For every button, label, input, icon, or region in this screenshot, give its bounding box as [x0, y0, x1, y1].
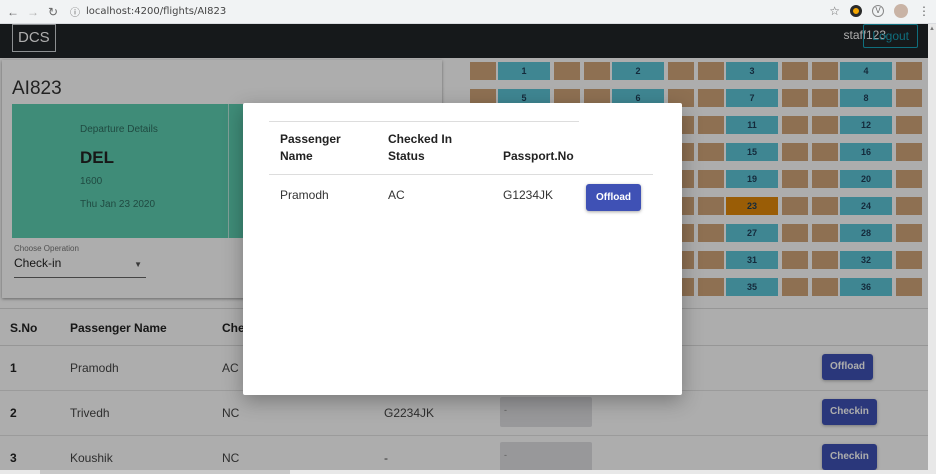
dialog-checkin-status: AC	[388, 188, 405, 202]
vertical-scrollbar[interactable]	[928, 24, 936, 474]
dialog-offload-button[interactable]: Offload	[586, 184, 641, 211]
scroll-up-icon[interactable]: ▲	[929, 26, 935, 32]
dialog-passenger-name: Pramodh	[280, 188, 329, 202]
reload-icon[interactable]: ↻	[46, 5, 60, 19]
dialog-divider	[269, 121, 579, 122]
extension-icon[interactable]: V	[872, 5, 884, 17]
arrow-right-icon[interactable]: →	[26, 5, 40, 19]
url-text: localhost:4200/flights/AI823	[86, 6, 227, 17]
dialog-header-name: Passenger Name	[280, 132, 341, 163]
profile-avatar[interactable]	[894, 4, 908, 18]
extension-icon[interactable]	[850, 5, 862, 17]
arrow-left-icon[interactable]: ←	[6, 5, 20, 19]
info-icon[interactable]: ⓘ	[70, 4, 80, 19]
kebab-menu-icon[interactable]: ⋮	[918, 4, 930, 18]
horizontal-scroll-thumb[interactable]	[40, 470, 290, 474]
dialog-header-passport: Passport.No	[503, 149, 574, 163]
passenger-dialog: Passenger Name Checked In Status Passpor…	[243, 103, 682, 395]
dialog-header-status: Checked In Status	[388, 132, 453, 163]
dialog-header-divider	[269, 174, 653, 175]
browser-toolbar: ← → ↻ ⓘ localhost:4200/flights/AI823 ☆ V…	[0, 0, 936, 24]
browser-actions: ☆ V ⋮	[829, 4, 930, 18]
dialog-passport: G1234JK	[503, 188, 554, 202]
star-icon[interactable]: ☆	[829, 4, 840, 18]
address-bar[interactable]: ⓘ localhost:4200/flights/AI823	[70, 4, 226, 19]
